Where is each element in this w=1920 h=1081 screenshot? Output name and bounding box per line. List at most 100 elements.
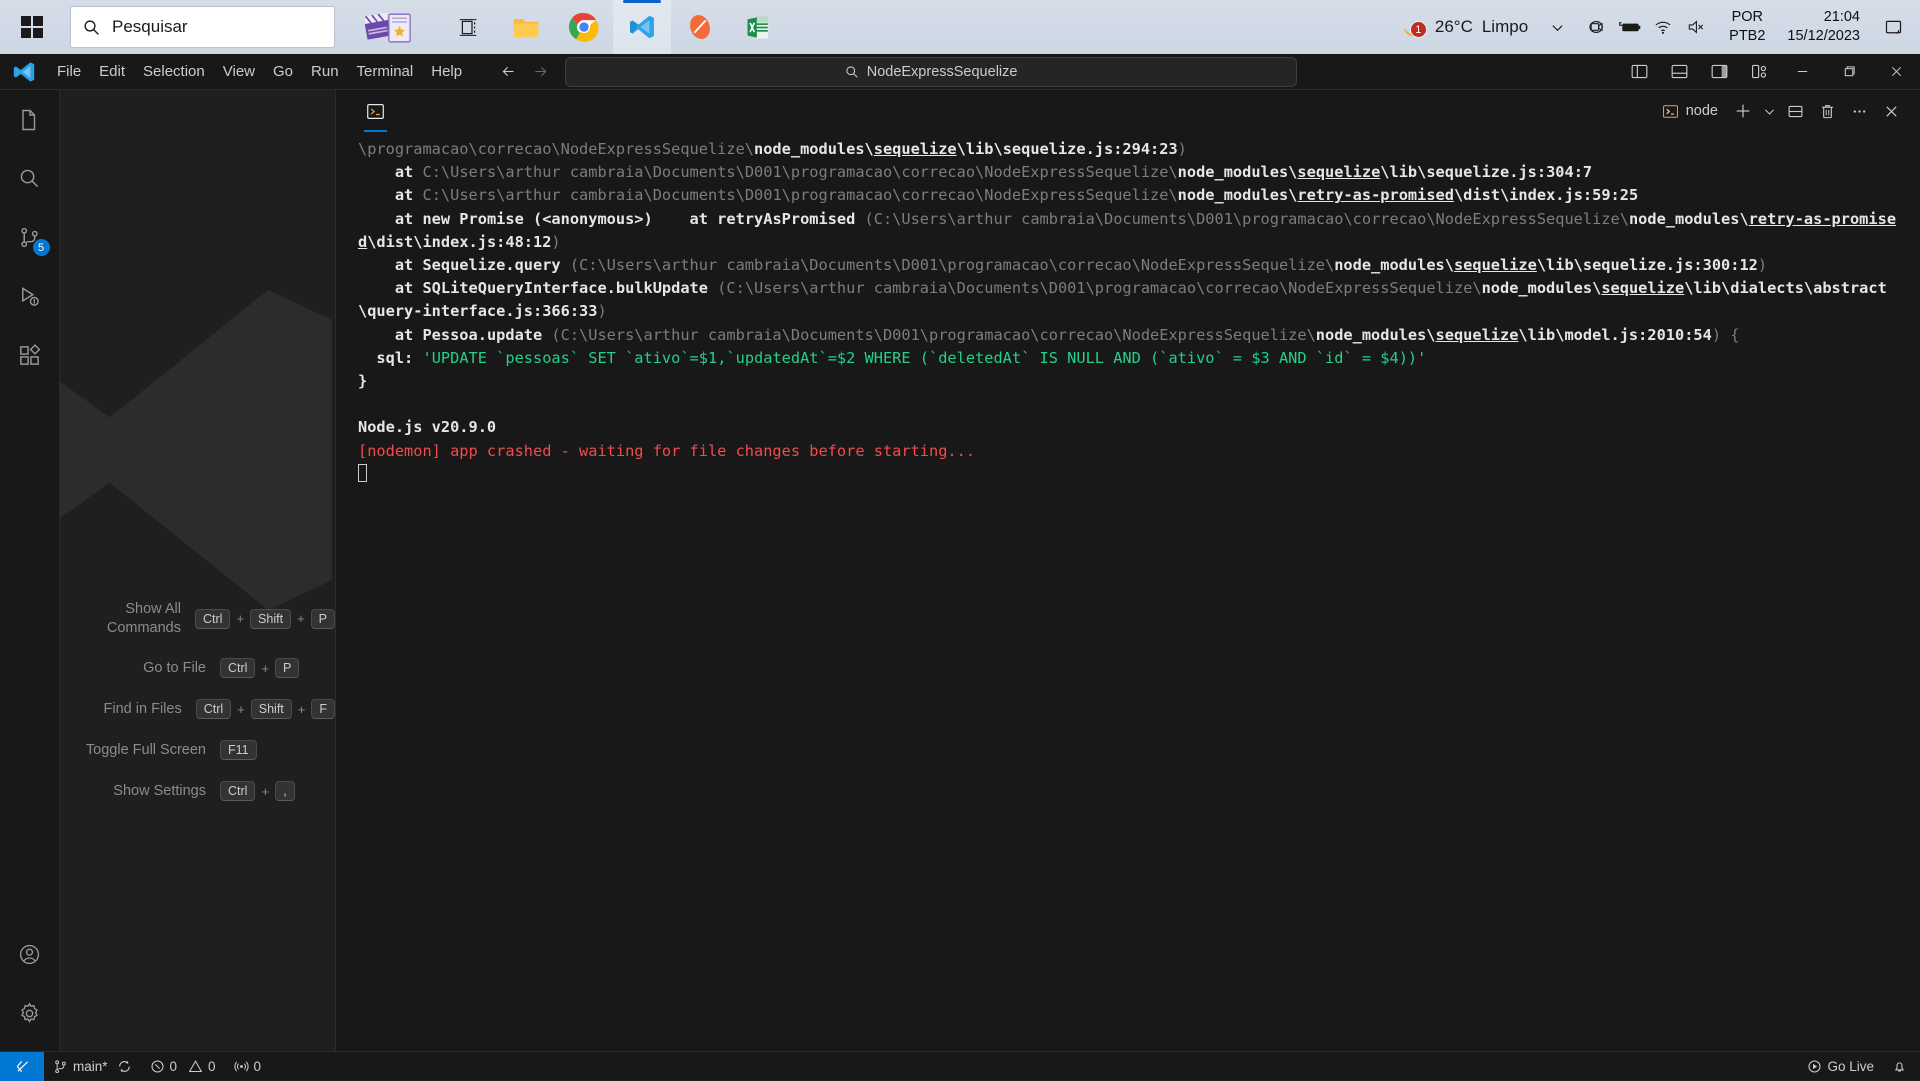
- status-problems[interactable]: 0 0: [141, 1052, 225, 1081]
- taskbar-item-excel[interactable]: [729, 0, 787, 54]
- terminal-tab-node[interactable]: node: [1654, 97, 1726, 125]
- terminal-text: sql:: [358, 348, 423, 367]
- menu-go[interactable]: Go: [264, 59, 302, 85]
- folder-icon: [513, 19, 539, 38]
- new-terminal-button[interactable]: [1728, 96, 1758, 126]
- task-view-icon: [459, 18, 476, 36]
- shortcut-keys: Ctrl + Shift + P: [195, 608, 335, 629]
- menu-selection[interactable]: Selection: [134, 59, 214, 85]
- terminal-profile-dropdown[interactable]: [1760, 96, 1778, 126]
- terminal-text: node_modules\: [1177, 186, 1298, 205]
- toggle-panel-button[interactable]: [1659, 54, 1699, 90]
- sidebar-item-accounts[interactable]: [0, 925, 60, 984]
- go-back-button[interactable]: [493, 57, 523, 87]
- minimize-button[interactable]: [1779, 54, 1826, 90]
- terminal-link[interactable]: sequelize: [874, 140, 957, 158]
- status-go-live[interactable]: Go Live: [1798, 1052, 1883, 1081]
- notification-center-button[interactable]: [1872, 0, 1914, 54]
- sidebar-item-run-and-debug[interactable]: [0, 267, 60, 326]
- shortcut-label: Show All Commands: [106, 601, 181, 636]
- menu-terminal[interactable]: Terminal: [348, 59, 423, 85]
- taskbar-search-placeholder: Pesquisar: [112, 17, 188, 36]
- toggle-secondary-sidebar-button[interactable]: [1699, 54, 1739, 90]
- shortcut-label: Go to File: [143, 659, 206, 676]
- sidebar-item-extensions[interactable]: [0, 326, 60, 385]
- language-indicator[interactable]: POR PTB2: [1719, 8, 1775, 47]
- kill-terminal-button[interactable]: [1812, 96, 1842, 126]
- sidebar-item-manage[interactable]: [0, 984, 60, 1043]
- shortcut-label: Find in Files: [103, 700, 182, 717]
- terminal-link[interactable]: sequelize: [1297, 163, 1380, 181]
- sidebar-item-source-control[interactable]: 5: [0, 208, 60, 267]
- split-terminal-button[interactable]: [1780, 96, 1810, 126]
- warning-count: 0: [208, 1058, 216, 1074]
- terminal-text: \lib\model.js:2010:54: [1518, 325, 1712, 344]
- terminal-tab-label: node: [1685, 103, 1718, 119]
- kill-terminal-icon: [1821, 104, 1833, 118]
- shortcut-keys: Ctrl + P: [220, 658, 300, 679]
- terminal-link[interactable]: sequelize: [1454, 256, 1537, 274]
- terminal-link[interactable]: sequelize: [1436, 326, 1519, 344]
- battery-icon-button[interactable]: [1615, 12, 1645, 42]
- camera-icon-button[interactable]: [1582, 12, 1612, 42]
- menu-run[interactable]: Run: [302, 59, 348, 85]
- toggle-secondary-sidebar-icon: [1711, 64, 1727, 79]
- taskbar-item-vscode[interactable]: [613, 0, 671, 54]
- maximize-button[interactable]: [1826, 54, 1873, 90]
- terminal-link[interactable]: sequelize: [1601, 279, 1684, 297]
- menu-bar: File Edit Selection View Go Run Terminal…: [48, 54, 471, 90]
- status-ports[interactable]: 0: [225, 1052, 271, 1081]
- sidebar-item-search[interactable]: [0, 149, 60, 208]
- taskbar-clock[interactable]: 21:04 15/12/2023: [1775, 8, 1872, 47]
- navigation-buttons: [493, 57, 555, 87]
- taskbar-item-postman[interactable]: [671, 0, 729, 54]
- terminal-text: (C:\Users\arthur cambraia\Documents\D001…: [569, 256, 1335, 275]
- excel-icon: [747, 16, 768, 38]
- maximize-icon: [1844, 66, 1855, 77]
- taskbar-search-box[interactable]: Pesquisar: [70, 6, 335, 48]
- close-panel-button[interactable]: [1876, 96, 1906, 126]
- terminal-line: sql: 'UPDATE `pessoas` SET `ativo`=$1,`u…: [358, 347, 1902, 370]
- ports-count: 0: [253, 1058, 262, 1074]
- go-forward-button[interactable]: [525, 57, 555, 87]
- terminal-line: at new Promise (<anonymous>) at retryAsP…: [358, 208, 1902, 254]
- taskbar-weather-widget[interactable]: 1 26°C Limpo: [1386, 0, 1540, 54]
- remote-window-button[interactable]: [0, 1051, 44, 1081]
- command-center[interactable]: NodeExpressSequelize: [565, 56, 1298, 87]
- branch-name: main*: [73, 1058, 108, 1074]
- menu-help[interactable]: Help: [422, 59, 471, 85]
- sidebar-item-explorer[interactable]: [0, 90, 60, 149]
- system-tray: [1574, 0, 1719, 54]
- taskbar-active-indicator: [623, 0, 661, 3]
- chevron-down-icon: [1764, 109, 1774, 115]
- terminal-output[interactable]: \programacao\correcao\NodeExpressSequeli…: [336, 132, 1920, 1051]
- menu-file[interactable]: File: [48, 59, 90, 85]
- status-branch[interactable]: main*: [44, 1052, 141, 1081]
- menu-edit[interactable]: Edit: [90, 59, 134, 85]
- terminal-line: [nodemon] app crashed - waiting for file…: [358, 440, 1902, 463]
- wifi-icon-button[interactable]: [1648, 12, 1678, 42]
- taskbar-item-task-view[interactable]: [439, 0, 497, 54]
- terminal-line: \programacao\correcao\NodeExpressSequeli…: [358, 138, 1902, 161]
- panel-more-actions-button[interactable]: [1844, 96, 1874, 126]
- taskbar-item-file-explorer[interactable]: [497, 0, 555, 54]
- go-live-label: Go Live: [1827, 1058, 1874, 1074]
- terminal-link[interactable]: retry-as-promised: [1297, 186, 1454, 204]
- toggle-primary-sidebar-button[interactable]: [1619, 54, 1659, 90]
- taskbar-item-chrome[interactable]: [555, 0, 613, 54]
- taskbar-media-icons[interactable]: [343, 0, 439, 54]
- close-button[interactable]: [1873, 54, 1920, 90]
- start-button[interactable]: [0, 0, 64, 54]
- panel-tab-terminal[interactable]: [358, 90, 393, 132]
- terminal-text: at SQLiteQueryInterface.bulkUpdate: [358, 279, 718, 298]
- status-notifications[interactable]: [1883, 1052, 1916, 1081]
- shortcut-row-go-to-file: Go to File Ctrl + P: [60, 658, 335, 679]
- windows-taskbar: Pesquisar 1 26°C Limpo POR PTB2 21:04 15…: [0, 0, 1920, 54]
- key-plus: +: [261, 783, 270, 799]
- menu-view[interactable]: View: [214, 59, 264, 85]
- volume-icon-button[interactable]: [1681, 12, 1711, 42]
- shortcut-keys: Ctrl + ,: [220, 781, 296, 802]
- tray-expand-button[interactable]: [1540, 0, 1574, 54]
- key-p: P: [310, 608, 335, 629]
- customize-layout-button[interactable]: [1739, 54, 1779, 90]
